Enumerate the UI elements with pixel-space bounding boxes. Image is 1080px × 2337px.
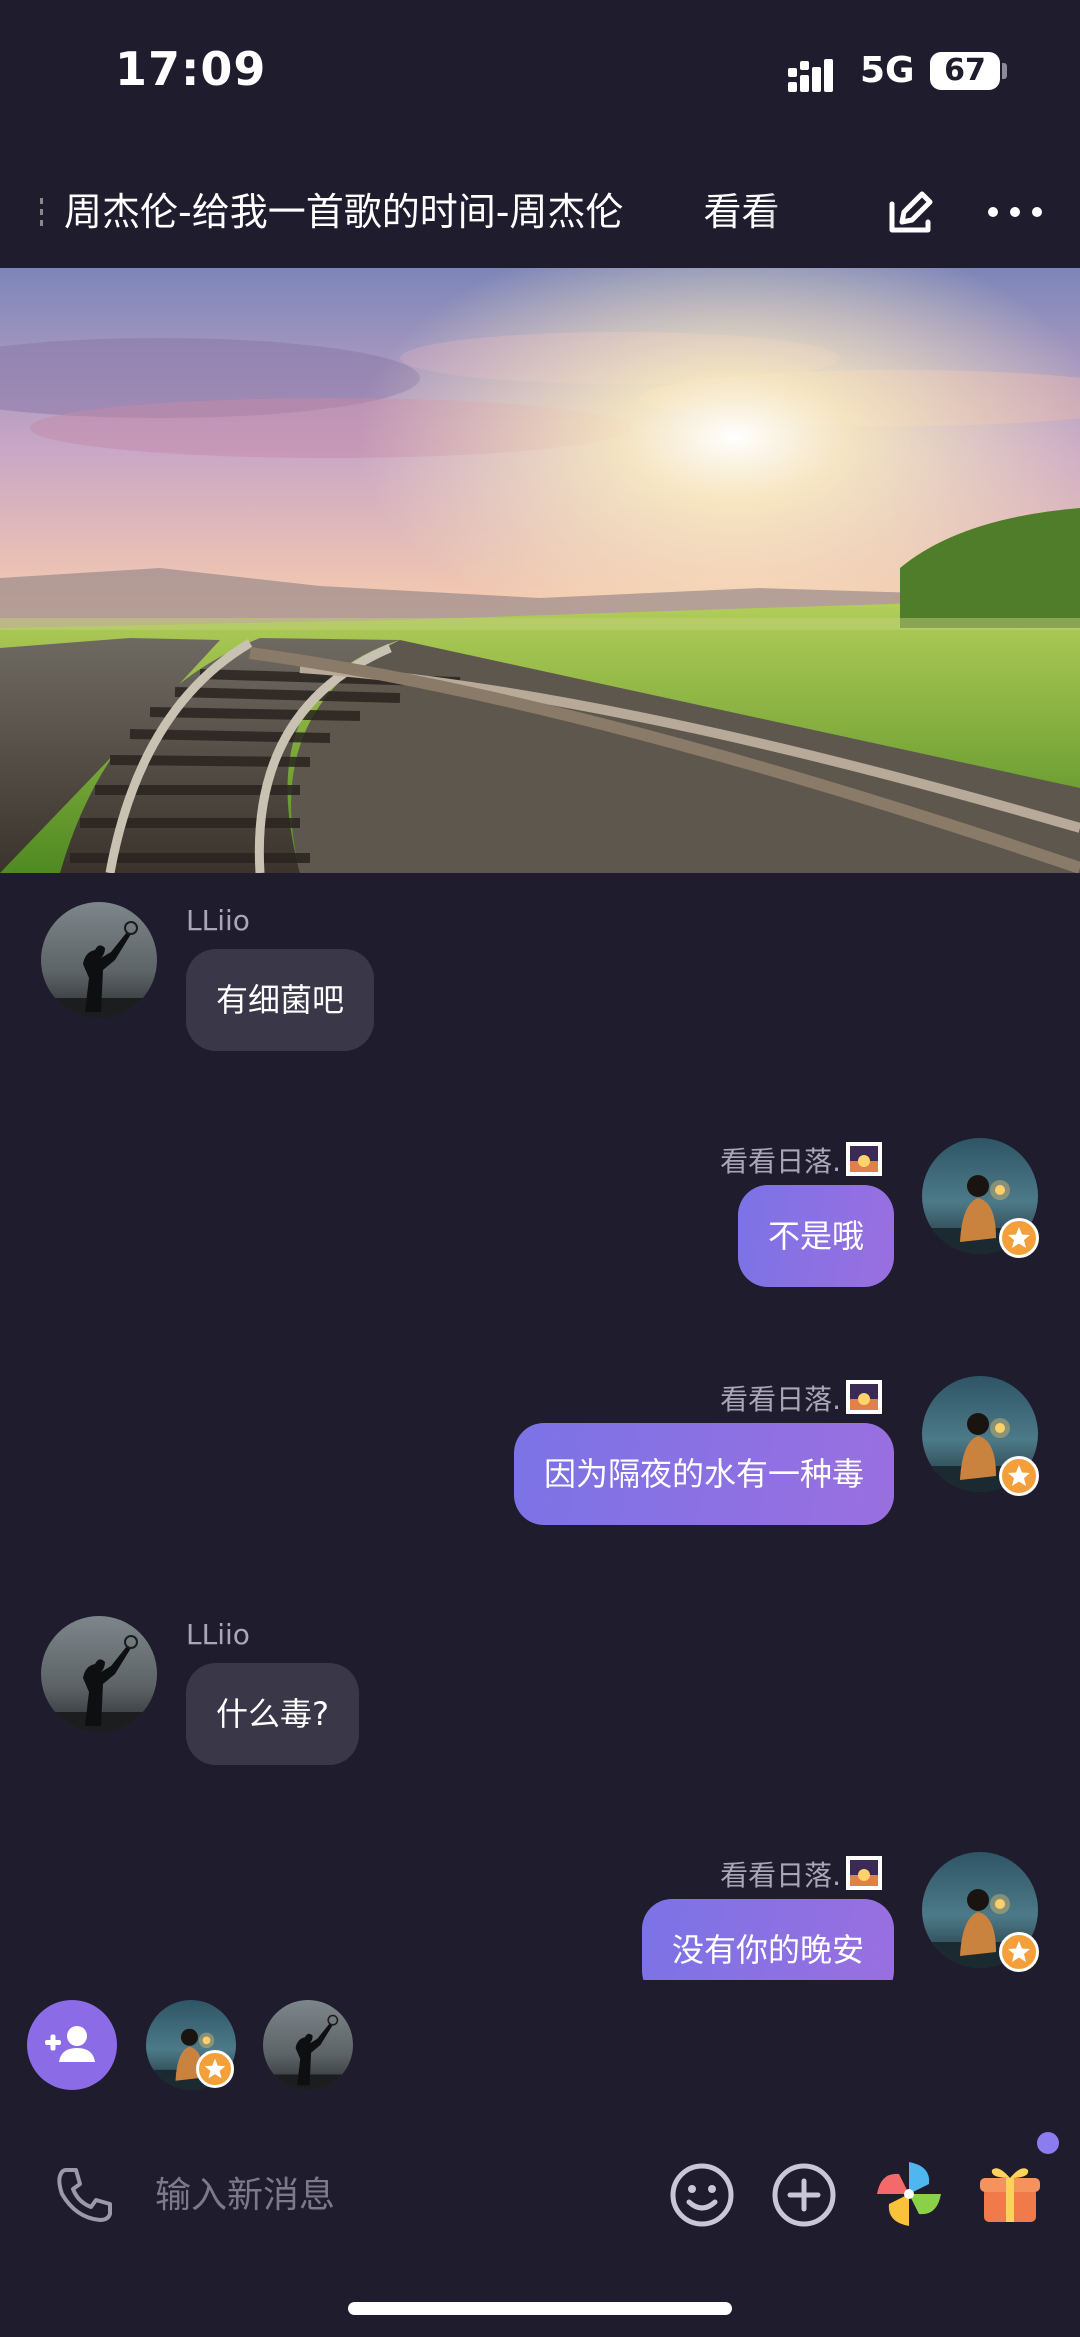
star-badge-icon bbox=[999, 1932, 1039, 1972]
chat-banner-image bbox=[0, 268, 1080, 873]
sender-name: 看看日落. bbox=[720, 1140, 883, 1180]
message-bubble[interactable]: 没有你的晚安 bbox=[641, 1899, 894, 1980]
sunset-emoji-icon bbox=[845, 1855, 883, 1891]
network-label: 5G bbox=[860, 50, 915, 91]
plus-circle-icon bbox=[772, 2163, 836, 2227]
message-bubble[interactable]: 有细菌吧 bbox=[186, 949, 375, 1051]
more-icon bbox=[988, 207, 1042, 217]
status-time: 17:09 bbox=[115, 42, 267, 96]
message-list[interactable]: LLiio 有细菌吧 看看日落. 不是哦 看看日落. 因为隔夜的水有一种毒 LL… bbox=[0, 873, 1080, 1980]
add-member-button[interactable] bbox=[27, 2000, 117, 2090]
ticker-edge-icon bbox=[40, 198, 43, 226]
message-item: 看看日落. 没有你的晚安 bbox=[0, 1852, 1080, 1980]
sunset-emoji-icon bbox=[845, 1141, 883, 1177]
more-button[interactable] bbox=[980, 182, 1050, 242]
star-badge-icon bbox=[999, 1218, 1039, 1258]
sender-name: LLiio bbox=[186, 1618, 250, 1651]
message-bubble[interactable]: 不是哦 bbox=[737, 1185, 894, 1287]
member-avatar[interactable] bbox=[263, 2000, 353, 2090]
signal-icon bbox=[788, 59, 833, 92]
edit-button[interactable] bbox=[880, 182, 940, 242]
emoji-icon bbox=[670, 2163, 734, 2227]
battery-cap bbox=[1002, 63, 1007, 79]
home-indicator bbox=[348, 2302, 732, 2315]
avatar[interactable] bbox=[41, 1616, 157, 1732]
star-badge-icon bbox=[196, 2050, 234, 2088]
call-button[interactable] bbox=[52, 2162, 118, 2228]
pinwheel-icon bbox=[877, 2162, 941, 2226]
avatar[interactable] bbox=[41, 902, 157, 1018]
message-item: 看看日落. 不是哦 bbox=[0, 1138, 1080, 1358]
phone-icon bbox=[57, 2168, 112, 2222]
chat-screen: 17:09 5G 67 周杰伦-给我一首歌的时间-周杰伦 看看 LLiio 有细… bbox=[0, 0, 1080, 2337]
message-bubble[interactable]: 什么毒? bbox=[186, 1663, 359, 1765]
member-strip bbox=[0, 1990, 1080, 2100]
message-input[interactable] bbox=[155, 2165, 635, 2225]
sender-name: LLiio bbox=[186, 904, 250, 937]
sender-name: 看看日落. bbox=[720, 1854, 883, 1894]
pinwheel-button[interactable] bbox=[873, 2158, 945, 2230]
edit-icon bbox=[889, 191, 933, 233]
status-bar: 17:09 5G 67 bbox=[0, 0, 1080, 140]
song-ticker[interactable]: 周杰伦-给我一首歌的时间-周杰伦 看看 bbox=[64, 182, 824, 242]
message-bubble[interactable]: 因为隔夜的水有一种毒 bbox=[513, 1423, 894, 1525]
song-title: 周杰伦-给我一首歌的时间-周杰伦 bbox=[64, 190, 624, 234]
more-actions-button[interactable] bbox=[769, 2160, 839, 2230]
title-bar: 周杰伦-给我一首歌的时间-周杰伦 看看 bbox=[0, 160, 1080, 270]
battery-indicator: 67 bbox=[930, 52, 1000, 90]
sender-name: 看看日落. bbox=[720, 1378, 883, 1418]
message-item: LLiio 什么毒? bbox=[0, 1616, 1080, 1836]
message-item: 看看日落. 因为隔夜的水有一种毒 bbox=[0, 1376, 1080, 1596]
gift-button[interactable] bbox=[974, 2156, 1046, 2228]
gift-icon bbox=[980, 2168, 1040, 2222]
input-bar bbox=[0, 2130, 1080, 2260]
message-item: LLiio 有细菌吧 bbox=[0, 902, 1080, 1122]
star-badge-icon bbox=[999, 1456, 1039, 1496]
notification-dot bbox=[1037, 2132, 1059, 2154]
emoji-button[interactable] bbox=[667, 2160, 737, 2230]
sunset-emoji-icon bbox=[845, 1379, 883, 1415]
add-person-icon bbox=[45, 2026, 95, 2062]
